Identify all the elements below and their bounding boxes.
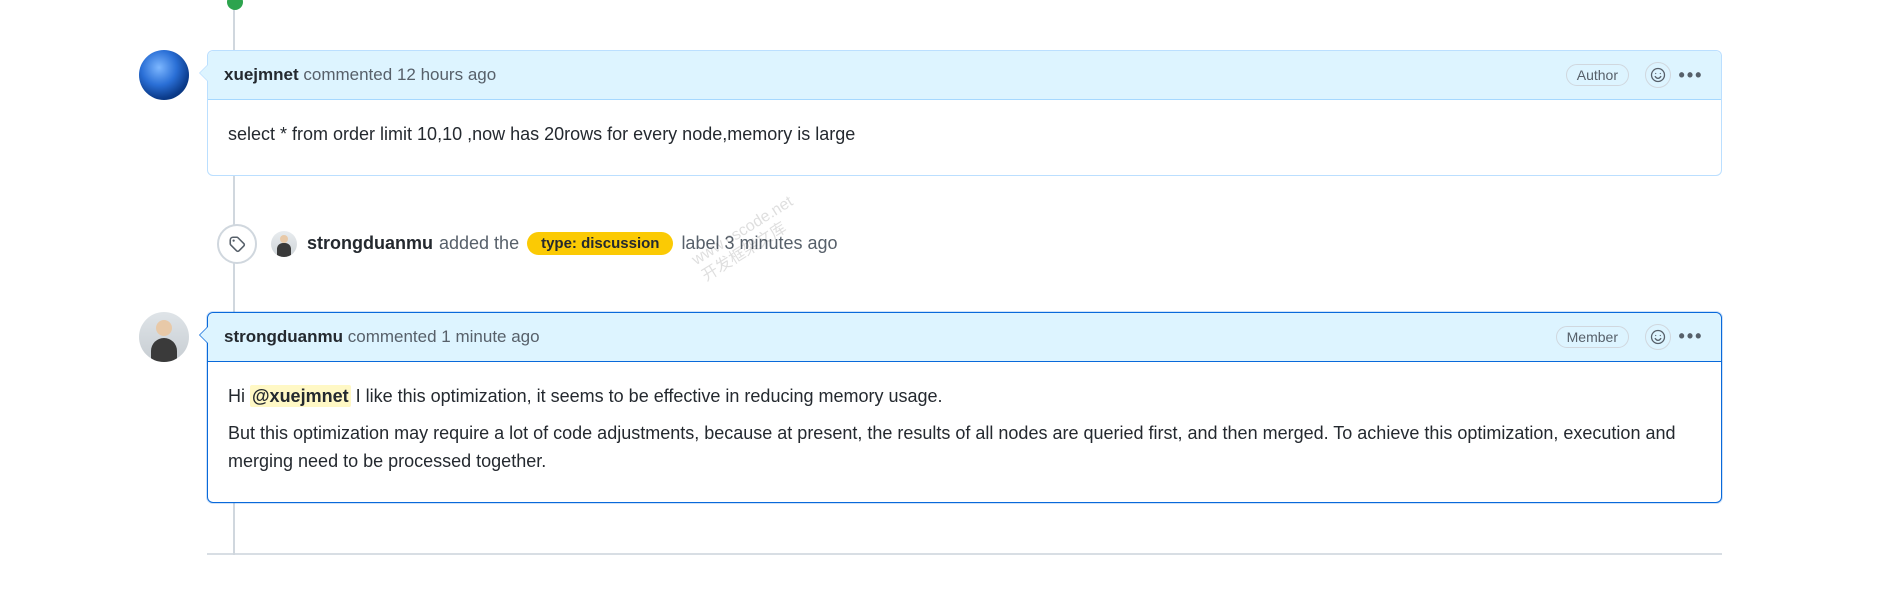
comment-time[interactable]: 1 minute ago xyxy=(441,327,539,346)
comment-text: select * from order limit 10,10 ,now has… xyxy=(228,120,1701,149)
kebab-icon[interactable]: ••• xyxy=(1677,323,1705,351)
text: Hi xyxy=(228,386,250,406)
tag-icon xyxy=(217,224,257,264)
comment-body: select * from order limit 10,10 ,now has… xyxy=(208,100,1721,175)
speech-arrow xyxy=(200,327,208,343)
comment-header: strongduanmu commented 1 minute ago Memb… xyxy=(208,313,1721,362)
comment-author-link[interactable]: xuejmnet xyxy=(224,65,299,84)
text: I like this optimization, it seems to be… xyxy=(351,386,943,406)
avatar[interactable] xyxy=(139,312,189,362)
avatar-small[interactable] xyxy=(271,231,297,257)
divider xyxy=(207,553,1722,555)
comment-strongduanmu: strongduanmu commented 1 minute ago Memb… xyxy=(207,312,1722,503)
avatar[interactable] xyxy=(139,50,189,100)
comment-action: commented xyxy=(348,327,437,346)
comment-time[interactable]: 12 hours ago xyxy=(397,65,496,84)
comment-body: Hi @xuejmnet I like this optimization, i… xyxy=(208,362,1721,502)
comment-line1: Hi @xuejmnet I like this optimization, i… xyxy=(228,382,1701,411)
smiley-icon[interactable] xyxy=(1645,324,1671,350)
smiley-icon[interactable] xyxy=(1645,62,1671,88)
comment-author-link[interactable]: strongduanmu xyxy=(224,327,343,346)
event-user-link[interactable]: strongduanmu xyxy=(307,233,433,254)
event-label-added: strongduanmu added the type: discussion … xyxy=(207,224,1722,264)
event-action-prefix: added the xyxy=(439,233,519,254)
comment-line2: But this optimization may require a lot … xyxy=(228,419,1701,477)
comment-action: commented xyxy=(303,65,392,84)
comment-header: xuejmnet commented 12 hours ago Author •… xyxy=(208,51,1721,100)
event-time[interactable]: 3 minutes ago xyxy=(724,233,837,254)
event-action-suffix: label xyxy=(681,233,719,254)
timeline-dot xyxy=(227,0,243,10)
mention-link[interactable]: @xuejmnet xyxy=(250,385,351,407)
member-badge: Member xyxy=(1556,326,1629,348)
speech-arrow xyxy=(200,65,208,81)
author-badge: Author xyxy=(1566,64,1629,86)
comment-xuejmnet: xuejmnet commented 12 hours ago Author •… xyxy=(207,50,1722,176)
label-pill[interactable]: type: discussion xyxy=(527,232,673,255)
kebab-icon[interactable]: ••• xyxy=(1677,61,1705,89)
